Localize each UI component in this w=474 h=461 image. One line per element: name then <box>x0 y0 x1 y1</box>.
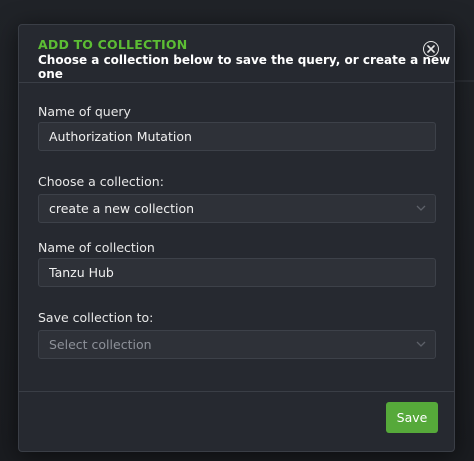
save-to-label: Save collection to: <box>38 310 154 325</box>
dialog-header: ADD TO COLLECTION Choose a collection be… <box>19 25 454 83</box>
query-name-label: Name of query <box>38 104 131 119</box>
collection-select[interactable]: create a new collection <box>38 194 436 223</box>
save-button[interactable]: Save <box>386 402 438 433</box>
chevron-down-icon <box>416 205 426 211</box>
dialog-title: ADD TO COLLECTION <box>38 37 188 52</box>
dialog-footer: Save <box>19 391 454 451</box>
dialog-subtitle: Choose a collection below to save the qu… <box>38 53 451 81</box>
query-name-input[interactable] <box>38 122 436 151</box>
add-to-collection-dialog: ADD TO COLLECTION Choose a collection be… <box>18 24 455 452</box>
collection-name-input[interactable] <box>38 258 436 287</box>
collection-select-value: create a new collection <box>49 201 195 216</box>
save-to-placeholder: Select collection <box>49 337 152 352</box>
collection-name-label: Name of collection <box>38 240 155 255</box>
collection-select-label: Choose a collection: <box>38 174 164 189</box>
close-icon[interactable] <box>423 41 439 57</box>
save-to-select[interactable]: Select collection <box>38 330 436 359</box>
chevron-down-icon <box>416 341 426 347</box>
